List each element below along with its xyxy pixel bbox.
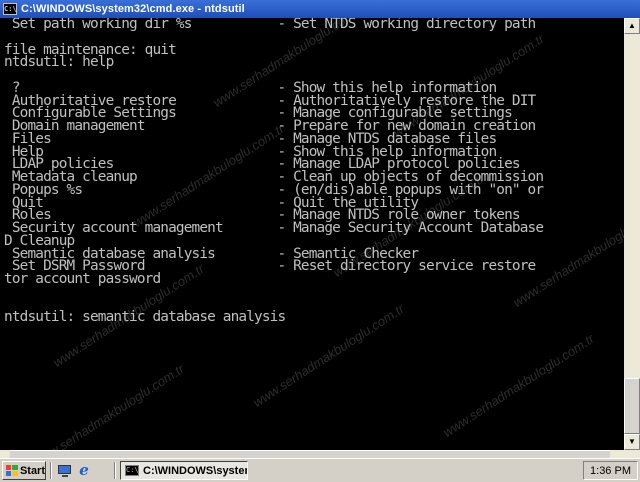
taskbar-separator [50,462,52,479]
cmd-icon[interactable]: C:\ [3,3,17,15]
system-tray: 1:36 PM [583,461,638,480]
horizontal-scroll-thumb[interactable] [10,450,610,458]
internet-explorer-icon[interactable]: e [76,463,92,479]
window-title: C:\WINDOWS\system32\cmd.exe - ntdsutil [21,3,245,15]
watermark-8: www.serhadmakbuloglu.com.tr [440,331,597,440]
watermark-9: www.serhadmakbuloglu.com.tr [30,361,187,450]
console-line: ntdsutil: semantic database analysis [4,309,286,326]
taskbar-task-cmd[interactable]: C:\ C:\WINDOWS\system... [120,461,248,480]
cmd-icon: C:\ [125,465,139,476]
vertical-scroll-thumb[interactable] [624,378,640,434]
taskbar: Start e C:\ C:\WINDOWS\system... 1:36 PM [0,458,640,482]
horizontal-scrollbar[interactable] [0,450,624,458]
scrollbar-corner [624,450,640,458]
scroll-down-arrow-icon[interactable]: ▼ [624,434,640,450]
console-line: tor account password [4,271,161,287]
task-label: C:\WINDOWS\system... [143,464,247,477]
show-desktop-icon[interactable] [57,463,73,479]
console-line: Set path working dir %s - Set NTDS worki… [4,18,536,32]
console-output[interactable]: Set path working dir %s - Set NTDS worki… [0,18,624,450]
start-button[interactable]: Start [2,461,46,480]
vertical-scrollbar[interactable]: ▲ ▼ [624,18,640,450]
console-line: ntdsutil: help [4,54,114,71]
clock[interactable]: 1:36 PM [590,465,631,477]
taskbar-separator [114,462,116,479]
console-lines: Set path working dir %s - Set NTDS worki… [4,18,544,326]
window-title-bar[interactable]: C:\ C:\WINDOWS\system32\cmd.exe - ntdsut… [0,0,640,18]
windows-flag-icon [6,465,18,476]
console-line: Security account management - Manage Sec… [4,220,544,236]
start-label: Start [19,464,45,477]
scroll-up-arrow-icon[interactable]: ▲ [624,18,640,34]
